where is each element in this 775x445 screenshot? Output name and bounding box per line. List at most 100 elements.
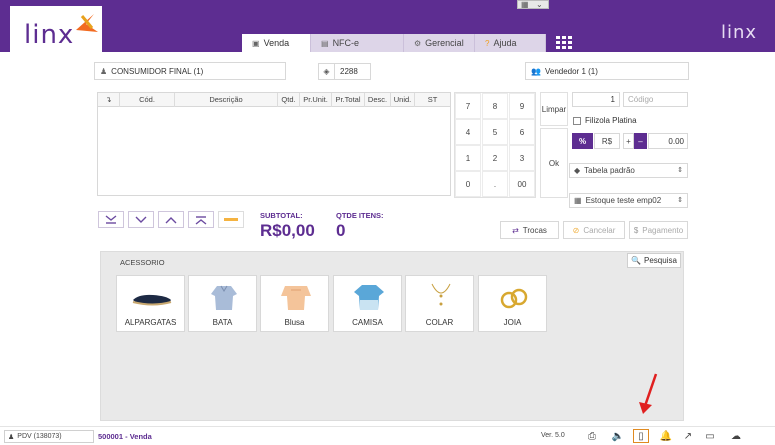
col-prunit[interactable]: Pr.Unit. (300, 93, 332, 107)
seller-field[interactable]: 👥 Vendedor 1 (1) (525, 62, 689, 80)
key-0[interactable]: 0 (455, 171, 481, 197)
key-9[interactable]: 9 (509, 93, 535, 119)
share-icon[interactable]: ↗ (680, 429, 696, 443)
quantity-input[interactable]: 1 (572, 92, 620, 107)
col-unid[interactable]: Unid. (391, 93, 415, 107)
filizola-label: Filizola Platina (585, 116, 637, 125)
product-name: Blusa (284, 318, 305, 327)
grid-dots-icon: ▦ (521, 0, 529, 9)
person-icon: ♟ (100, 66, 108, 76)
cloud-icon[interactable]: ☁ (728, 429, 744, 443)
numpad: 7 8 9 4 5 6 1 2 3 0 . 00 (454, 92, 536, 198)
key-8[interactable]: 8 (482, 93, 508, 119)
user-icon: ♟ (8, 433, 15, 441)
col-codigo[interactable]: Cód. (120, 93, 175, 107)
tab-ajuda[interactable]: ? Ajuda (475, 34, 546, 52)
apps-grid-icon[interactable] (556, 36, 572, 50)
tab-nfce[interactable]: ▤ NFC-e (311, 34, 404, 52)
warehouse-icon: ▦ (574, 196, 582, 205)
monitors-icon[interactable]: ▭ (702, 429, 718, 443)
product-card-bata[interactable]: BATA (188, 275, 257, 332)
move-first-button[interactable] (188, 211, 214, 228)
product-card-joia[interactable]: JOIA (478, 275, 547, 332)
remove-item-button[interactable] (218, 211, 244, 228)
document-icon: ▤ (321, 38, 329, 48)
products-panel: ACESSORIO 🔍 Pesquisa ALPARGATAS BATA Blu… (100, 251, 684, 421)
pagamento-label: Pagamento (642, 225, 684, 235)
product-card-blusa[interactable]: Blusa (260, 275, 329, 332)
product-card-alpargatas[interactable]: ALPARGATAS (116, 275, 185, 332)
col-sort[interactable]: ↴ (98, 93, 120, 107)
stock-select[interactable]: ▦ Estoque teste emp02 ⇕ (569, 193, 688, 208)
filizola-checkbox[interactable]: Filizola Platina (573, 116, 637, 125)
blouse-icon (281, 286, 311, 310)
key-4[interactable]: 4 (455, 119, 481, 145)
col-st[interactable]: ST (415, 93, 450, 107)
move-up-button[interactable] (158, 211, 184, 228)
bell-icon[interactable]: 🔔 (658, 429, 674, 443)
product-card-camisa[interactable]: CAMISA (333, 275, 402, 332)
key-1[interactable]: 1 (455, 145, 481, 171)
currency-toggle[interactable]: R$ (594, 133, 620, 149)
pesquisa-label: Pesquisa (644, 256, 677, 265)
col-descricao[interactable]: Descrição (175, 93, 278, 107)
col-prtotal[interactable]: Pr.Total (332, 93, 365, 107)
key-dot[interactable]: . (482, 171, 508, 197)
pagamento-button[interactable]: $ Pagamento (629, 221, 688, 239)
blouse-icon (211, 285, 237, 310)
tab-venda[interactable]: ▣ Venda (242, 34, 311, 52)
logo: linx (10, 6, 102, 52)
shoe-icon (132, 294, 172, 306)
key-5[interactable]: 5 (482, 119, 508, 145)
minus-icon (224, 218, 238, 221)
key-00[interactable]: 00 (509, 171, 535, 197)
product-card-colar[interactable]: COLAR (405, 275, 474, 332)
subtotal-label: SUBTOTAL: (260, 211, 303, 220)
chevron-down-icon: ⌄ (536, 0, 543, 9)
clear-button[interactable]: Limpar (540, 92, 568, 126)
col-qtd[interactable]: Qtd. (278, 93, 300, 107)
discount-input[interactable]: 0.00 (648, 133, 688, 149)
pdv-indicator[interactable]: ♟ PDV (138073) (4, 430, 94, 443)
cancelar-button[interactable]: ⊘ Cancelar (563, 221, 625, 239)
tab-gerencial[interactable]: ⚙ Gerencial (404, 34, 475, 52)
ticket-number[interactable]: 2288 (335, 62, 371, 80)
product-name: ALPARGATAS (124, 318, 177, 327)
pesquisa-button[interactable]: 🔍 Pesquisa (627, 253, 681, 268)
table-header: ↴ Cód. Descrição Qtd. Pr.Unit. Pr.Total … (98, 93, 450, 107)
speaker-icon[interactable]: 🔈 (610, 429, 626, 443)
mobile-devices-icon[interactable]: ▯ (633, 429, 649, 443)
ok-button[interactable]: Ok (540, 128, 568, 198)
logo-text: linx (24, 20, 75, 50)
printer-icon[interactable]: ⎙ (584, 429, 600, 443)
customer-name: CONSUMIDOR FINAL (1) (111, 66, 204, 76)
key-6[interactable]: 6 (509, 119, 535, 145)
key-7[interactable]: 7 (455, 93, 481, 119)
move-down-button[interactable] (128, 211, 154, 228)
stock-value: Estoque teste emp02 (585, 196, 662, 205)
key-2[interactable]: 2 (482, 145, 508, 171)
pdv-label: PDV (138073) (17, 433, 62, 440)
customer-field[interactable]: ♟ CONSUMIDOR FINAL (1) (94, 62, 286, 80)
col-desc[interactable]: Desc. (365, 93, 391, 107)
key-3[interactable]: 3 (509, 145, 535, 171)
percent-toggle[interactable]: % (572, 133, 593, 149)
window-controls[interactable]: ▦ ⌄ (517, 0, 549, 9)
price-table-select[interactable]: ◆ Tabela padrão ⇕ (569, 163, 688, 178)
trocas-button[interactable]: ⇄ Trocas (500, 221, 559, 239)
dollar-icon: $ (633, 225, 639, 235)
status-bar: ♟ PDV (138073) 500001 - Venda Ver. 5.0 ⎙… (0, 426, 775, 445)
plus-toggle[interactable]: + (623, 133, 634, 149)
category-title: ACESSORIO (120, 258, 165, 267)
items-table: ↴ Cód. Descrição Qtd. Pr.Unit. Pr.Total … (97, 92, 451, 196)
seller-name: Vendedor 1 (1) (544, 66, 598, 76)
code-input[interactable]: Código (623, 92, 688, 107)
move-last-button[interactable] (98, 211, 124, 228)
minus-toggle[interactable]: – (634, 133, 647, 149)
pos-window: linx ▦ ⌄ ▣ Venda ▤ NFC-e ⚙ Gerencial ? A… (0, 0, 775, 445)
top-header: linx ▦ ⌄ ▣ Venda ▤ NFC-e ⚙ Gerencial ? A… (0, 0, 775, 52)
tags-icon: ◆ (574, 166, 581, 175)
product-name: JOIA (503, 318, 522, 327)
tab-nfce-label: NFC-e (332, 38, 360, 48)
annotation-arrow-icon (639, 373, 658, 414)
